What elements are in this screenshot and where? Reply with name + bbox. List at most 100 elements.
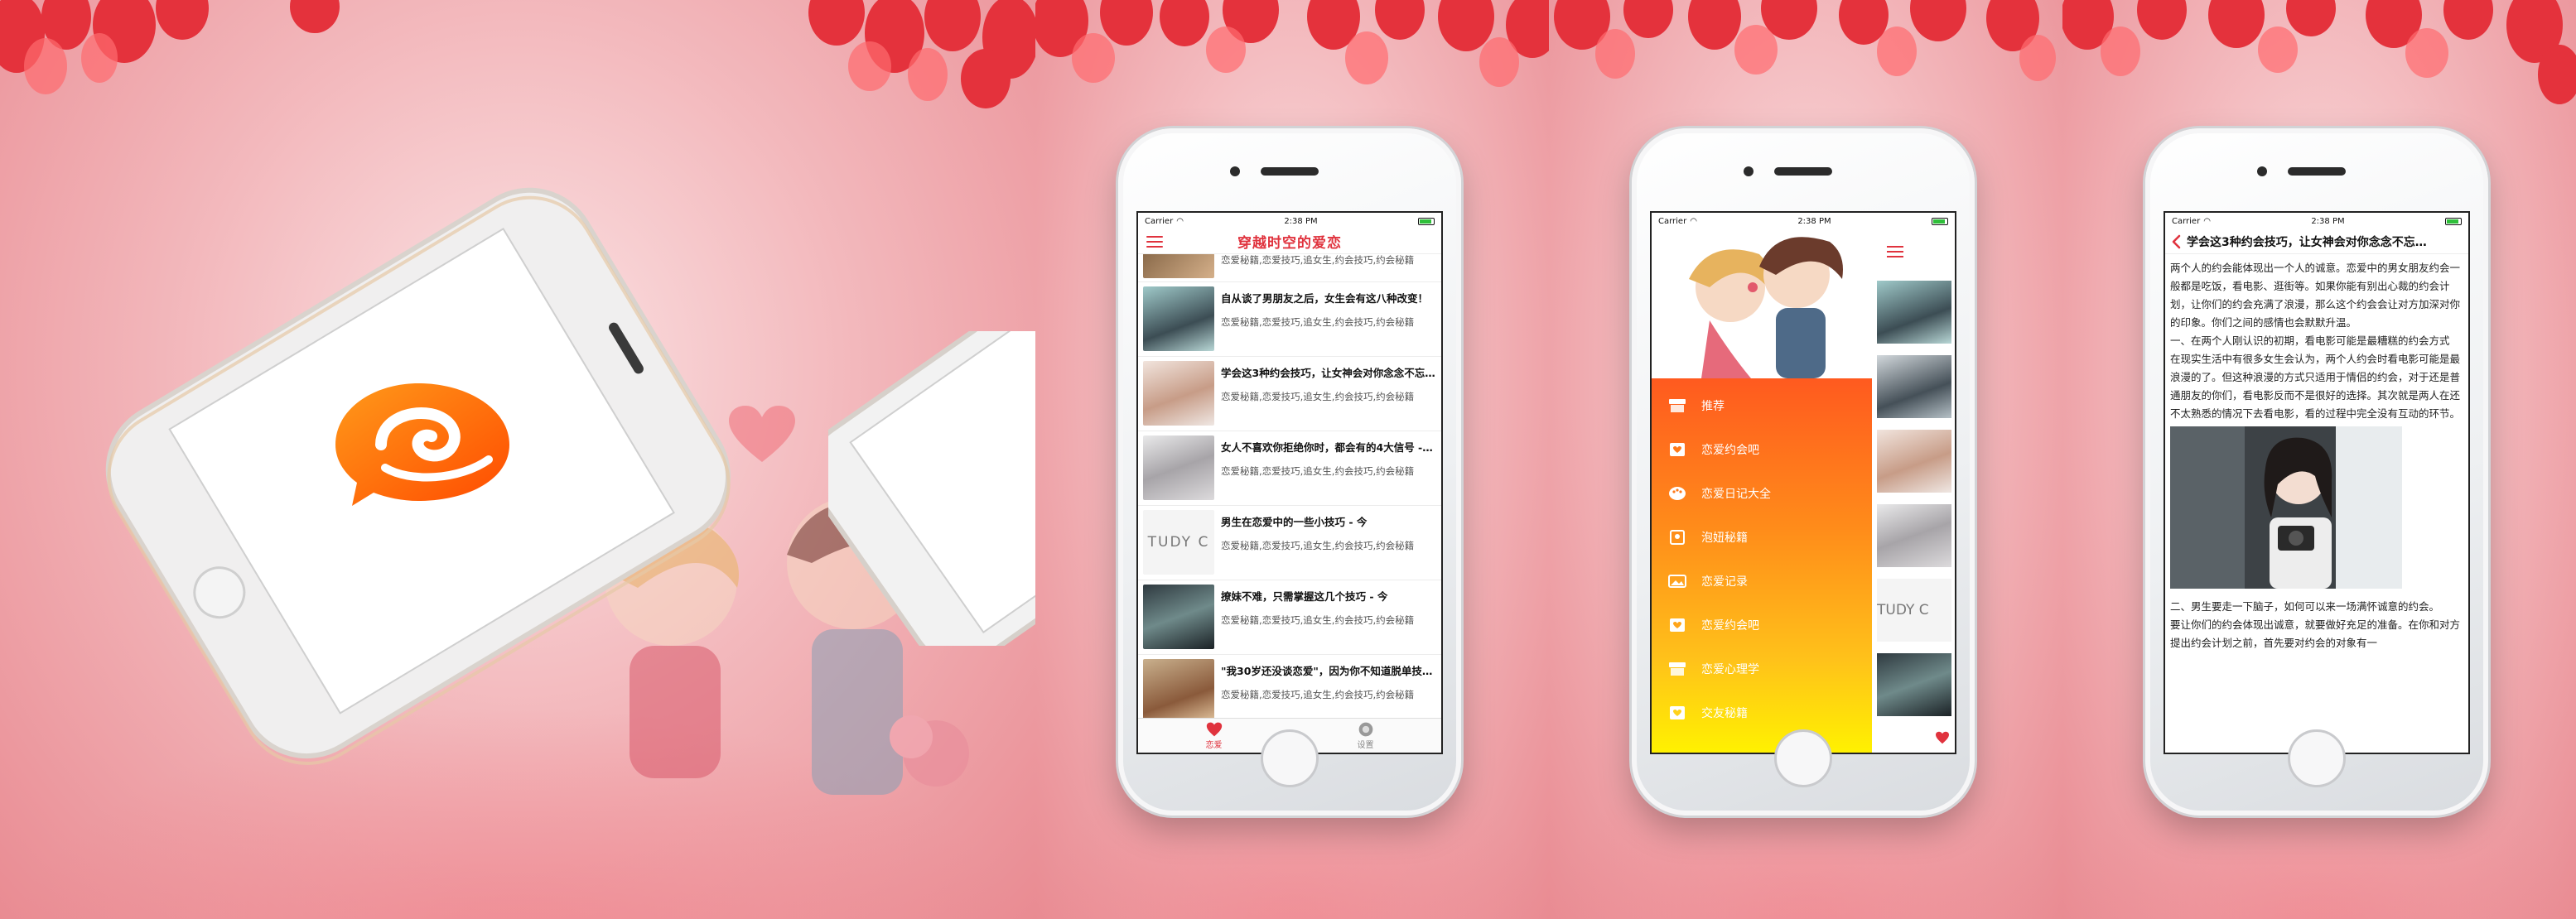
phone-screen: Carrier ◠ 2:38 PM 穿越时空的爱恋 恋爱秘籍,恋爱技巧,追女生,…	[1136, 211, 1443, 754]
phone-frame: Carrier ◠ 2:38 PM TUDY C 推荐 恋爱约会吧 恋爱日记大全…	[1632, 128, 1975, 816]
nav-bar: 穿越时空的爱恋	[1138, 229, 1441, 254]
side-drawer: 推荐 恋爱约会吧 恋爱日记大全 泡妞秘籍 恋爱记录 恋爱约会吧 恋爱心理学 交友…	[1652, 229, 1872, 753]
drawer-item-date-bar[interactable]: 恋爱约会吧	[1652, 427, 1872, 471]
article-paragraph: 在现实生活中有很多女生会认为，两个人约会时看电影可能是最浪漫的了。但这种浪漫的方…	[2170, 353, 2461, 420]
rose-petals-decoration	[0, 0, 1035, 108]
battery-icon	[2444, 217, 2462, 225]
list-item[interactable]: "我30岁还没谈恋爱"，因为你不知道脱单技巧… 恋爱秘籍,恋爱技巧,追女生,约会…	[1138, 655, 1441, 718]
thumbnail-image	[1143, 361, 1214, 426]
thumbnail-image	[1877, 504, 1951, 567]
camera	[1230, 166, 1240, 176]
article-paragraph: 两个人的约会能体现出一个人的诚意。恋爱中的男女朋友约会一般都是吃饭，看电影、逛街…	[2170, 262, 2461, 329]
item-title: 学会这3种约会技巧，让女神会对你念念不忘…	[1221, 367, 1435, 379]
menu-icon[interactable]	[1146, 235, 1163, 248]
phone-frame: Carrier ◠ 2:38 PM 学会这3种约会技巧，让女神会对你念念不忘… …	[2145, 128, 2488, 816]
tilted-phone-small	[828, 331, 1035, 646]
thumbnail-image	[1143, 585, 1214, 649]
thumbnail-image	[1877, 653, 1951, 716]
wifi-icon: ◠	[2203, 216, 2211, 226]
drawer-item-records[interactable]: 恋爱记录	[1652, 559, 1872, 603]
rose-petals-decoration	[1035, 0, 1549, 87]
list-item[interactable]: 女人不喜欢你拒绝你时，都会有的4大信号 - 今 恋爱秘籍,恋爱技巧,追女生,约会…	[1138, 431, 1441, 506]
phone-screen: Carrier ◠ 2:38 PM TUDY C 推荐 恋爱约会吧 恋爱日记大全…	[1650, 211, 1956, 754]
home-button	[1774, 729, 1832, 787]
store-icon	[1669, 398, 1686, 412]
list-item[interactable]: TUDY C 男生在恋爱中的一些小技巧 - 今 恋爱秘籍,恋爱技巧,追女生,约会…	[1138, 506, 1441, 580]
store-icon	[1669, 662, 1686, 676]
article-paragraph: 一、在两个人刚认识的初期，看电影可能是最糟糕的约会方式	[2170, 334, 2450, 347]
drawer-item-dating-tips[interactable]: 交友秘籍	[1652, 690, 1872, 734]
settings-icon	[1358, 722, 1372, 737]
status-bar: Carrier ◠ 2:38 PM	[1652, 213, 1955, 229]
item-title: 自从谈了男朋友之后，女生会有这八种改变！	[1221, 292, 1429, 305]
drawer-item-label: 恋爱约会吧	[1701, 443, 1759, 457]
drawer-item-label: 恋爱心理学	[1701, 662, 1759, 676]
item-title: 男生在恋爱中的一些小技巧 - 今	[1221, 516, 1368, 528]
panel-drawer: Carrier ◠ 2:38 PM TUDY C 推荐 恋爱约会吧 恋爱日记大全…	[1549, 0, 2062, 919]
thumbnail-image	[1877, 355, 1951, 418]
drawer-item-recommend[interactable]: 推荐	[1652, 383, 1872, 427]
panel-article: Carrier ◠ 2:38 PM 学会这3种约会技巧，让女神会对你念念不忘… …	[2062, 0, 2576, 919]
item-description: 恋爱秘籍,恋爱技巧,追女生,约会技巧,约会秘籍	[1221, 540, 1415, 551]
thumbnail-image: TUDY C	[1143, 510, 1214, 575]
drawer-item-label: 泡妞秘籍	[1701, 531, 1748, 545]
heart-icon	[1206, 722, 1222, 737]
list-item[interactable]: 撩妹不难，只需掌握这几个技巧 - 今 恋爱秘籍,恋爱技巧,追女生,约会技巧,约会…	[1138, 580, 1441, 655]
badge-icon	[1670, 529, 1685, 545]
drawer-item-diary[interactable]: 恋爱日记大全	[1652, 471, 1872, 515]
thumbnail-image	[1877, 430, 1951, 493]
carrier-label: Carrier	[1658, 216, 1687, 226]
rose-petals-decoration	[1554, 0, 2056, 81]
drawer-item-label: 恋爱日记大全	[1701, 487, 1771, 501]
article-title: 学会这3种约会技巧，让女神会对你念念不忘…	[2187, 235, 2427, 249]
list-item[interactable]: 恋爱秘籍,恋爱技巧,追女生,约会技巧,约会秘籍	[1138, 254, 1441, 282]
speaker	[1261, 167, 1319, 176]
thumbnail-image	[1143, 659, 1214, 718]
thumbnail-image	[1877, 281, 1951, 344]
speaker	[1774, 167, 1832, 176]
carrier-label: Carrier	[2172, 216, 2201, 226]
thumbnail-image	[1143, 435, 1214, 500]
status-time: 2:38 PM	[2311, 216, 2345, 226]
heart-icon[interactable]	[1935, 731, 1950, 744]
list-item[interactable]: 自从谈了男朋友之后，女生会有这八种改变！ 恋爱秘籍,恋爱技巧,追女生,约会技巧,…	[1138, 282, 1441, 357]
battery-icon	[1931, 217, 1948, 225]
home-button	[1261, 729, 1319, 787]
image-icon	[1668, 574, 1686, 588]
drawer-item-label: 恋爱记录	[1701, 575, 1748, 589]
list-item[interactable]: 学会这3种约会技巧，让女神会对你念念不忘… 恋爱秘籍,恋爱技巧,追女生,约会技巧…	[1138, 357, 1441, 431]
thumbnail-text: TUDY C	[1877, 602, 1929, 618]
heart-bag-icon	[1670, 442, 1685, 456]
couple-kiss-illustration	[1652, 229, 1872, 378]
drawer-menu: 推荐 恋爱约会吧 恋爱日记大全 泡妞秘籍 恋爱记录 恋爱约会吧 恋爱心理学 交友…	[1652, 378, 1872, 753]
article-paragraph: 二、男生要走一下脑子，如何可以来一场满怀诚意的约会。	[2170, 600, 2440, 613]
item-title: 撩妹不难，只需掌握这几个技巧 - 今	[1221, 590, 1388, 603]
home-button	[2288, 729, 2346, 787]
palette-icon	[1669, 486, 1686, 500]
app-logo	[335, 383, 509, 506]
tab-label: 恋爱	[1205, 741, 1223, 750]
item-description: 恋爱秘籍,恋爱技巧,追女生,约会技巧,约会秘籍	[1221, 689, 1415, 700]
camera	[1744, 166, 1754, 176]
drawer-item-date-bar-2[interactable]: 恋爱约会吧	[1652, 603, 1872, 647]
page-title: 穿越时空的爱恋	[1237, 235, 1342, 252]
item-description: 恋爱秘籍,恋爱技巧,追女生,约会技巧,约会秘籍	[1221, 614, 1415, 626]
drawer-item-psychology[interactable]: 恋爱心理学	[1652, 647, 1872, 690]
back-chevron-icon[interactable]	[2170, 233, 2183, 250]
menu-icon[interactable]	[1887, 246, 1903, 257]
thumbnail-image	[1143, 254, 1214, 278]
status-bar: Carrier ◠ 2:38 PM	[2165, 213, 2468, 229]
article-body: 两个人的约会能体现出一个人的诚意。恋爱中的男女朋友约会一般都是吃饭，看电影、逛街…	[2165, 254, 2468, 652]
panel-list: Carrier ◠ 2:38 PM 穿越时空的爱恋 恋爱秘籍,恋爱技巧,追女生,…	[1035, 0, 1549, 919]
item-description: 恋爱秘籍,恋爱技巧,追女生,约会技巧,约会秘籍	[1221, 391, 1415, 402]
drawer-item-label: 交友秘籍	[1701, 706, 1748, 720]
status-time: 2:38 PM	[1797, 216, 1831, 226]
phone-screen: Carrier ◠ 2:38 PM 学会这3种约会技巧，让女神会对你念念不忘… …	[2164, 211, 2470, 754]
thumbnail-image: TUDY C	[1877, 579, 1951, 642]
drawer-item-tips[interactable]: 泡妞秘籍	[1652, 515, 1872, 559]
article-paragraph: 要让你们的约会体现出诚意，就要做好充足的准备。在你和对方提出约会计划之前，首先要…	[2170, 618, 2461, 649]
drawer-header	[1652, 229, 1872, 378]
tab-label: 设置	[1357, 741, 1374, 750]
camera	[2257, 166, 2267, 176]
status-bar: Carrier ◠ 2:38 PM	[1138, 213, 1441, 229]
